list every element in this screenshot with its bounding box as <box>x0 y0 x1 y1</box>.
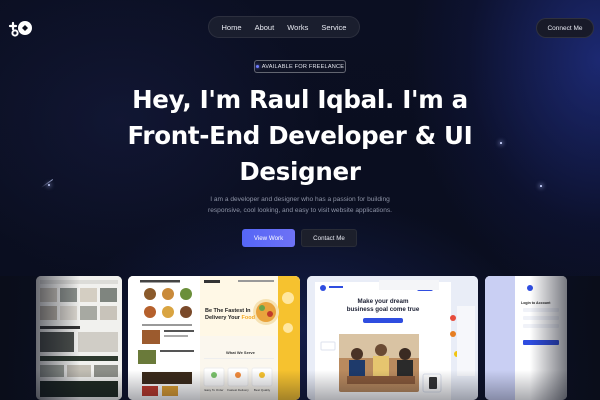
hero-headline-line: Front-End Developer & UI <box>127 121 473 150</box>
star-decoration <box>48 184 50 186</box>
hero-headline-line: Hey, I'm Raul Iqbal. I'm a <box>132 85 468 114</box>
food-section-title: What We Serve <box>226 350 255 355</box>
business-hero-title: Make your dream business goal come true <box>333 298 433 314</box>
showcase-fade-bottom <box>0 370 600 400</box>
food-hero-highlight: Food <box>241 314 255 321</box>
nav-service-link[interactable]: Service <box>321 23 346 32</box>
nav-home-link[interactable]: Home <box>222 23 242 32</box>
star-decoration <box>500 142 502 144</box>
hero-headline-line: Designer <box>239 157 361 186</box>
business-hero-title-line: Make your dream <box>357 298 409 305</box>
availability-badge: AVAILABLE FOR FREELANCE <box>254 60 346 73</box>
nav-about-link[interactable]: About <box>255 23 275 32</box>
nav-works-link[interactable]: Works <box>287 23 308 32</box>
business-hero-title-line: business goal come true <box>346 306 420 313</box>
contact-me-button[interactable]: Contact Me <box>301 229 357 247</box>
connect-me-button[interactable]: Connect Me <box>536 18 594 38</box>
star-decoration <box>540 185 542 187</box>
logo-icon <box>8 21 32 37</box>
main-nav: Home About Works Service <box>208 16 360 38</box>
hero-description: I am a developer and designer who has a … <box>180 194 420 216</box>
food-hero-title-line: Delivery Your <box>205 314 240 321</box>
hero-description-line: responsive, cool looking, and easy to vi… <box>208 207 392 214</box>
hero-headline: Hey, I'm Raul Iqbal. I'm a Front-End Dev… <box>110 82 490 190</box>
view-work-button[interactable]: View Work <box>242 229 295 247</box>
status-dot-icon <box>255 65 259 68</box>
availability-badge-label: AVAILABLE FOR FREELANCE <box>261 63 345 70</box>
food-hero-title: Be The Fastest In Delivery Your Food <box>205 308 255 321</box>
hero-description-line: I am a developer and designer who has a … <box>210 196 390 203</box>
